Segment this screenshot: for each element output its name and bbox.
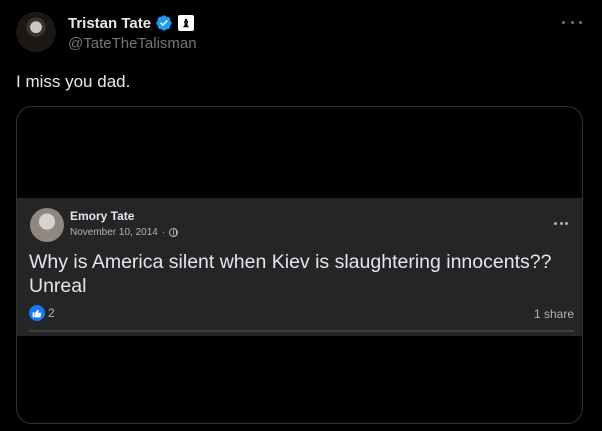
meta-separator: · [161,227,166,238]
post-author-name: Emory Tate [70,209,135,223]
verified-badge-icon[interactable] [155,14,173,32]
author-display-name[interactable]: Tristan Tate [68,15,151,32]
facebook-post-screenshot: Emory Tate November 10, 2014 · Why is Am… [17,198,582,336]
post-reactions: 2 [29,305,55,321]
globe-icon [169,228,179,237]
post-date: November 10, 2014 [70,227,158,238]
tweet-media[interactable]: Emory Tate November 10, 2014 · Why is Am… [16,106,583,424]
post-author-avatar [30,208,64,242]
like-icon [29,305,45,321]
tweet-text: I miss you dad. [16,72,131,91]
share-count: 1 share [533,307,574,321]
author-handle[interactable]: @TateTheTalisman [68,35,197,52]
post-meta: November 10, 2014 · [70,227,179,238]
author-avatar[interactable] [16,12,56,52]
post-more-icon [554,220,568,226]
more-horizontal-icon[interactable] [562,14,582,30]
author-name-row: Tristan Tate ♝ [68,13,195,33]
post-divider [29,330,574,332]
post-text: Why is America silent when Kiev is slaug… [29,251,552,297]
like-count: 2 [48,306,55,320]
chess-piece-icon[interactable]: ♝ [178,15,195,31]
